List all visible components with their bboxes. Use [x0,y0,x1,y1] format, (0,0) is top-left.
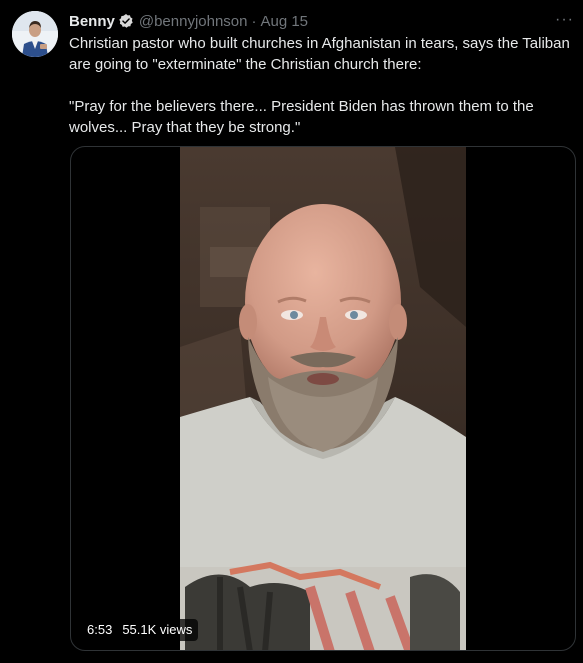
video-view-count: 55.1K views [122,622,193,637]
video-player[interactable]: 6:53 55.1K views [70,146,576,651]
tweet-text-paragraph-2: "Pray for the believers there... Preside… [69,98,534,136]
more-options-icon[interactable]: ··· [555,12,575,28]
verified-badge-icon [118,13,134,29]
video-duration: 6:53 [87,622,113,637]
tweet-header: Benny @bennyjohnson · Aug 15 [69,10,308,32]
author-handle[interactable]: @bennyjohnson [139,13,248,30]
author-display-name[interactable]: Benny [69,13,115,30]
tweet-date[interactable]: Aug 15 [260,13,308,30]
tweet-text: Christian pastor who built churches in A… [69,33,577,138]
video-thumbnail[interactable] [180,147,466,650]
tweet-text-paragraph-1: Christian pastor who built churches in A… [69,35,570,73]
avatar[interactable] [12,11,58,57]
video-stats-overlay: 6:53 55.1K views [81,619,199,641]
header-separator: · [251,12,257,30]
tweet[interactable]: Benny @bennyjohnson · Aug 15 ··· Christi… [0,0,583,663]
